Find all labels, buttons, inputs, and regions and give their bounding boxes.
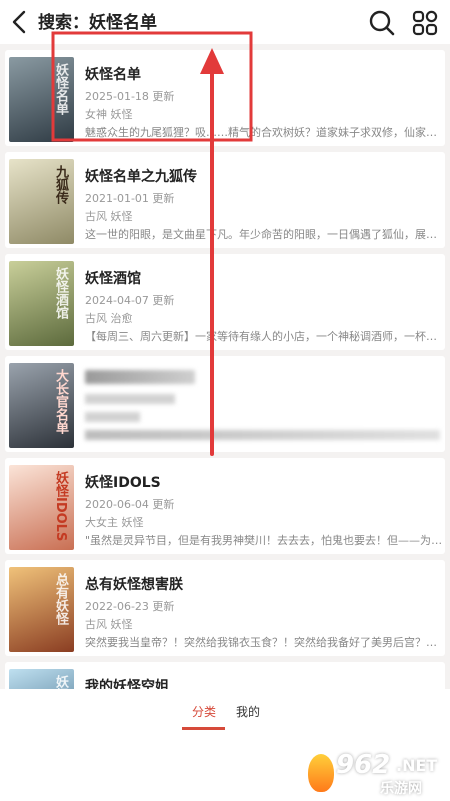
cover-title: 总有妖怪	[53, 573, 68, 625]
watermark-brand: 962	[336, 750, 391, 780]
book-cover: 九狐传	[9, 159, 74, 244]
back-button[interactable]	[6, 6, 34, 38]
book-title: 总有妖怪想害朕	[85, 577, 183, 593]
book-card[interactable]: 总有妖怪 总有妖怪想害朕 2022-06-23 更新 古风 妖怪 突然要我当皇帝…	[5, 560, 445, 656]
cover-title: 妖怪空姐	[51, 675, 70, 689]
watermark-subtitle: 乐游网	[380, 781, 422, 797]
book-title: 我的妖怪空姐	[85, 679, 169, 689]
watermark-logo-icon	[308, 754, 334, 792]
blurred-desc-placeholder	[85, 430, 440, 440]
blurred-title-placeholder	[85, 370, 195, 384]
header-bar: 搜索：妖怪名单	[0, 0, 450, 44]
cover-title: 妖怪名单	[53, 63, 68, 115]
book-description: 【每周三、周六更新】一家等待有缘人的小店，一个神秘调酒师，一杯化……	[85, 330, 445, 343]
book-card[interactable]: 九狐传 妖怪名单之九狐传 2021-01-01 更新 古风 妖怪 这一世的阳眼，…	[5, 152, 445, 248]
book-cover: 大长官名单	[9, 363, 74, 448]
cover-title: 妖怪IDOLS	[53, 471, 68, 542]
book-card[interactable]: 大长官名单	[5, 356, 445, 452]
book-cover: 总有妖怪	[9, 567, 74, 652]
search-button[interactable]	[367, 8, 397, 38]
book-update-date: 2024-04-07 更新	[85, 294, 175, 307]
grid-icon	[412, 10, 438, 36]
search-icon	[369, 10, 395, 36]
book-title: 妖怪名单之九狐传	[85, 169, 197, 185]
cover-title: 妖怪酒馆	[53, 267, 68, 319]
tab-mine[interactable]: 我的	[236, 703, 260, 720]
book-update-date: 2022-06-23 更新	[85, 600, 175, 613]
book-update-date: 2021-01-01 更新	[85, 192, 175, 205]
book-tags: 古风 妖怪	[85, 210, 133, 223]
book-description: 魅惑众生的九尾狐狸？吸……精气的合欢树妖？道家妹子求双修，仙家女神……	[85, 126, 445, 139]
book-card[interactable]: 妖怪IDOLS 妖怪IDOLS 2020-06-04 更新 大女主 妖怪 "虽然…	[5, 458, 445, 554]
book-tags: 女神 妖怪	[85, 108, 133, 121]
book-tags: 古风 治愈	[85, 312, 133, 325]
book-cover: 妖怪空姐	[9, 669, 74, 689]
cover-title: 九狐传	[53, 165, 68, 204]
category-grid-button[interactable]	[410, 8, 440, 38]
book-update-date: 2025-01-18 更新	[85, 90, 175, 103]
book-tags: 古风 妖怪	[85, 618, 133, 631]
page-title: 搜索：妖怪名单	[38, 13, 157, 33]
book-description: "虽然是灵异节目，但是有我男神樊川！去去去，怕鬼也要去！但——为什……	[85, 534, 445, 547]
book-cover: 妖怪名单	[9, 57, 74, 142]
cover-title: 大长官名单	[53, 369, 68, 434]
book-cover: 妖怪酒馆	[9, 261, 74, 346]
book-card[interactable]: 妖怪名单 妖怪名单 2025-01-18 更新 女神 妖怪 魅惑众生的九尾狐狸？…	[5, 50, 445, 146]
book-title: 妖怪名单	[85, 67, 141, 83]
book-update-date: 2020-06-04 更新	[85, 498, 175, 511]
watermark-suffix: .NET	[396, 756, 438, 775]
book-description: 突然要我当皇帝？！突然给我锦衣玉食？！突然给我备好了美男后宫？！……	[85, 636, 445, 649]
site-watermark: 962 .NET 乐游网	[308, 748, 448, 798]
book-card[interactable]: 妖怪酒馆 妖怪酒馆 2024-04-07 更新 古风 治愈 【每周三、周六更新】…	[5, 254, 445, 350]
active-tab-indicator	[182, 727, 225, 730]
blurred-tags-placeholder	[85, 412, 140, 422]
tab-category[interactable]: 分类	[192, 703, 216, 720]
book-card[interactable]: 妖怪空姐 我的妖怪空姐	[5, 662, 445, 689]
book-tags: 大女主 妖怪	[85, 516, 144, 529]
book-list[interactable]: 妖怪名单 妖怪名单 2025-01-18 更新 女神 妖怪 魅惑众生的九尾狐狸？…	[0, 44, 450, 689]
book-description: 这一世的阳眼，是文曲星下凡。年少命苦的阳眼，一日偶遇了狐仙，展开……	[85, 228, 445, 241]
book-cover: 妖怪IDOLS	[9, 465, 74, 550]
back-arrow-icon	[12, 10, 26, 34]
book-title: 妖怪酒馆	[85, 271, 141, 287]
blurred-date-placeholder	[85, 394, 175, 404]
book-title: 妖怪IDOLS	[85, 475, 161, 491]
